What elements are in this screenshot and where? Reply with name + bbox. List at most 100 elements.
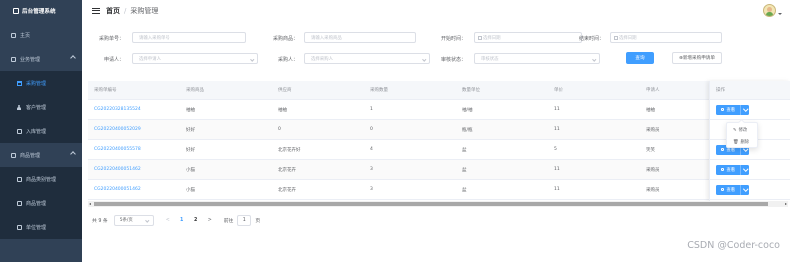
column-header: 申请人 [646,88,660,93]
table-row[interactable]: CG20220400052029 好好 0 0 瓶/瓶 11 采购员 [88,120,788,140]
table-cell: 盆 [462,187,467,193]
column-header: 采购数量 [370,88,388,93]
top-header: 首页 / 采购管理 [82,0,790,22]
audit-status-select[interactable]: 审核状态 [474,53,600,64]
table-cell: 11 [554,167,560,172]
table-cell: 11 [554,127,560,132]
more-actions-button[interactable] [740,164,749,175]
table-row[interactable]: CG20220400051462 小猫 北京花卉 3 盆 11 采购员 [88,160,788,180]
end-time-label: 结束时间： [578,36,604,42]
trash-icon: 🗑 [733,139,739,145]
table-cell: 袖袖 [646,107,655,113]
next-page-button[interactable]: > [206,218,214,223]
eye-icon [720,148,725,151]
more-actions-button[interactable] [740,184,749,195]
app-name: 后台管理系统 [22,9,56,15]
calendar-icon [614,36,618,40]
applicant-select[interactable]: 选择申请人 [132,53,258,64]
jump-label: 前往 [223,218,234,224]
home-icon [10,32,16,38]
view-button[interactable]: 查看 [716,104,740,115]
end-date-picker[interactable]: 选择日期 [610,32,722,43]
purchaser-label: 采购人： [277,57,298,63]
table-cell: 盆 [462,167,467,173]
sidebar-item-home[interactable]: 主页 [0,23,82,47]
table-cell: 4 [370,147,373,152]
table-cell: 好好 [186,127,195,133]
table-cell: 盆 [462,147,467,153]
purchase-no-label: 采购单号： [98,36,124,42]
product-input[interactable]: 请输入采购商品 [304,32,416,43]
scrollbar-thumb[interactable] [94,202,768,206]
sidebar-item-label: 商品管理 [20,152,41,159]
purchaser-select[interactable]: 选择采购人 [304,53,430,64]
scroll-right-icon[interactable] [785,202,787,205]
table-cell: 好好 [186,147,195,153]
sidebar-item-customers[interactable]: 客户管理 [0,95,82,119]
eye-icon [720,108,725,111]
chevron-down-icon [421,56,426,61]
view-button[interactable]: 查看 [716,184,740,195]
table-cell: 11 [554,107,560,112]
table-cell: 0 [370,127,373,132]
horizontal-scrollbar[interactable] [88,201,788,207]
purchase-no-link[interactable]: CG20220400051462 [94,160,141,179]
sidebar-item-products[interactable]: 商品管理 [0,191,82,215]
column-header: 采购商品 [186,88,204,93]
prev-page-button[interactable]: < [164,218,172,223]
sidebar-item-label: 客户管理 [26,104,47,111]
table-cell: 北京花卉 [278,187,296,193]
purchase-no-link[interactable]: CG20220400052029 [94,120,141,139]
delete-menu-item[interactable]: 🗑 删除 [727,137,757,147]
view-button[interactable]: 查看 [716,164,740,175]
audit-status-label: 审核状态： [440,57,466,63]
scroll-left-icon[interactable] [89,202,91,205]
column-header: 供应商 [278,88,292,93]
box-icon [10,152,16,158]
briefcase-icon [10,56,16,62]
grid-icon [16,200,22,206]
chevron-down-icon [591,56,596,61]
sidebar-group-business[interactable]: 业务管理 [0,47,82,71]
avatar[interactable] [763,4,776,17]
page-number[interactable]: 2 [192,218,200,223]
purchase-no-input[interactable]: 请输入采购单号 [132,32,246,43]
caret-down-icon[interactable] [778,13,782,15]
sidebar-item-product-categories[interactable]: 商品类别管理 [0,167,82,191]
document-icon [16,128,22,134]
edit-menu-item[interactable]: ✎ 修改 [727,125,757,135]
total-count: 共 9 条 [92,218,108,224]
table-cell: 1 [370,107,373,112]
query-button[interactable]: 查询 [626,52,654,64]
page-number[interactable]: 1 [178,218,186,223]
more-actions-button[interactable] [740,104,749,115]
chevron-up-icon [70,151,76,157]
table-cell: 瓶/瓶 [462,127,473,133]
user-icon [16,104,22,110]
breadcrumb-home[interactable]: 首页 [106,6,120,16]
table-row[interactable]: CG20220400051462 小猫 北京花卉 3 盆 11 采购员 [88,180,788,200]
menu-toggle-icon[interactable] [92,8,100,14]
page-jump-input[interactable]: 1 [237,214,252,226]
table-row[interactable]: CG20220400055578 好好 北京花卉好 4 盆 5 笑笑 [88,140,788,160]
table-cell: 5 [554,147,557,152]
sidebar-item-label: 采购管理 [26,80,47,87]
column-header: 采购单编号 [94,88,117,93]
sidebar-group-products[interactable]: 商品管理 [0,143,82,167]
sidebar-item-purchase[interactable]: 采购管理 [0,71,82,95]
table-cell: 北京花卉好 [278,147,301,153]
page-size-select[interactable]: 5条/页 [113,214,154,226]
column-header: 单价 [554,88,563,93]
purchase-no-link[interactable]: CG20220328135524 [94,100,141,119]
sidebar-item-label: 业务管理 [20,56,41,63]
sidebar-item-inbound[interactable]: 入库管理 [0,119,82,143]
sidebar-item-units[interactable]: 单位管理 [0,215,82,239]
chevron-down-icon [145,218,150,223]
purchase-no-link[interactable]: CG20220400051462 [94,180,141,199]
table-cell: 北京花卉 [278,167,296,173]
eye-icon [720,168,725,171]
purchase-no-link[interactable]: CG20220400055578 [94,140,141,159]
folder-icon [16,176,22,182]
add-purchase-button[interactable]: ⊕新增采购申请单 [672,52,722,64]
table-row[interactable]: CG20220328135524 袖袖 袖袖 1 袖/袖 11 袖袖 [88,100,788,120]
